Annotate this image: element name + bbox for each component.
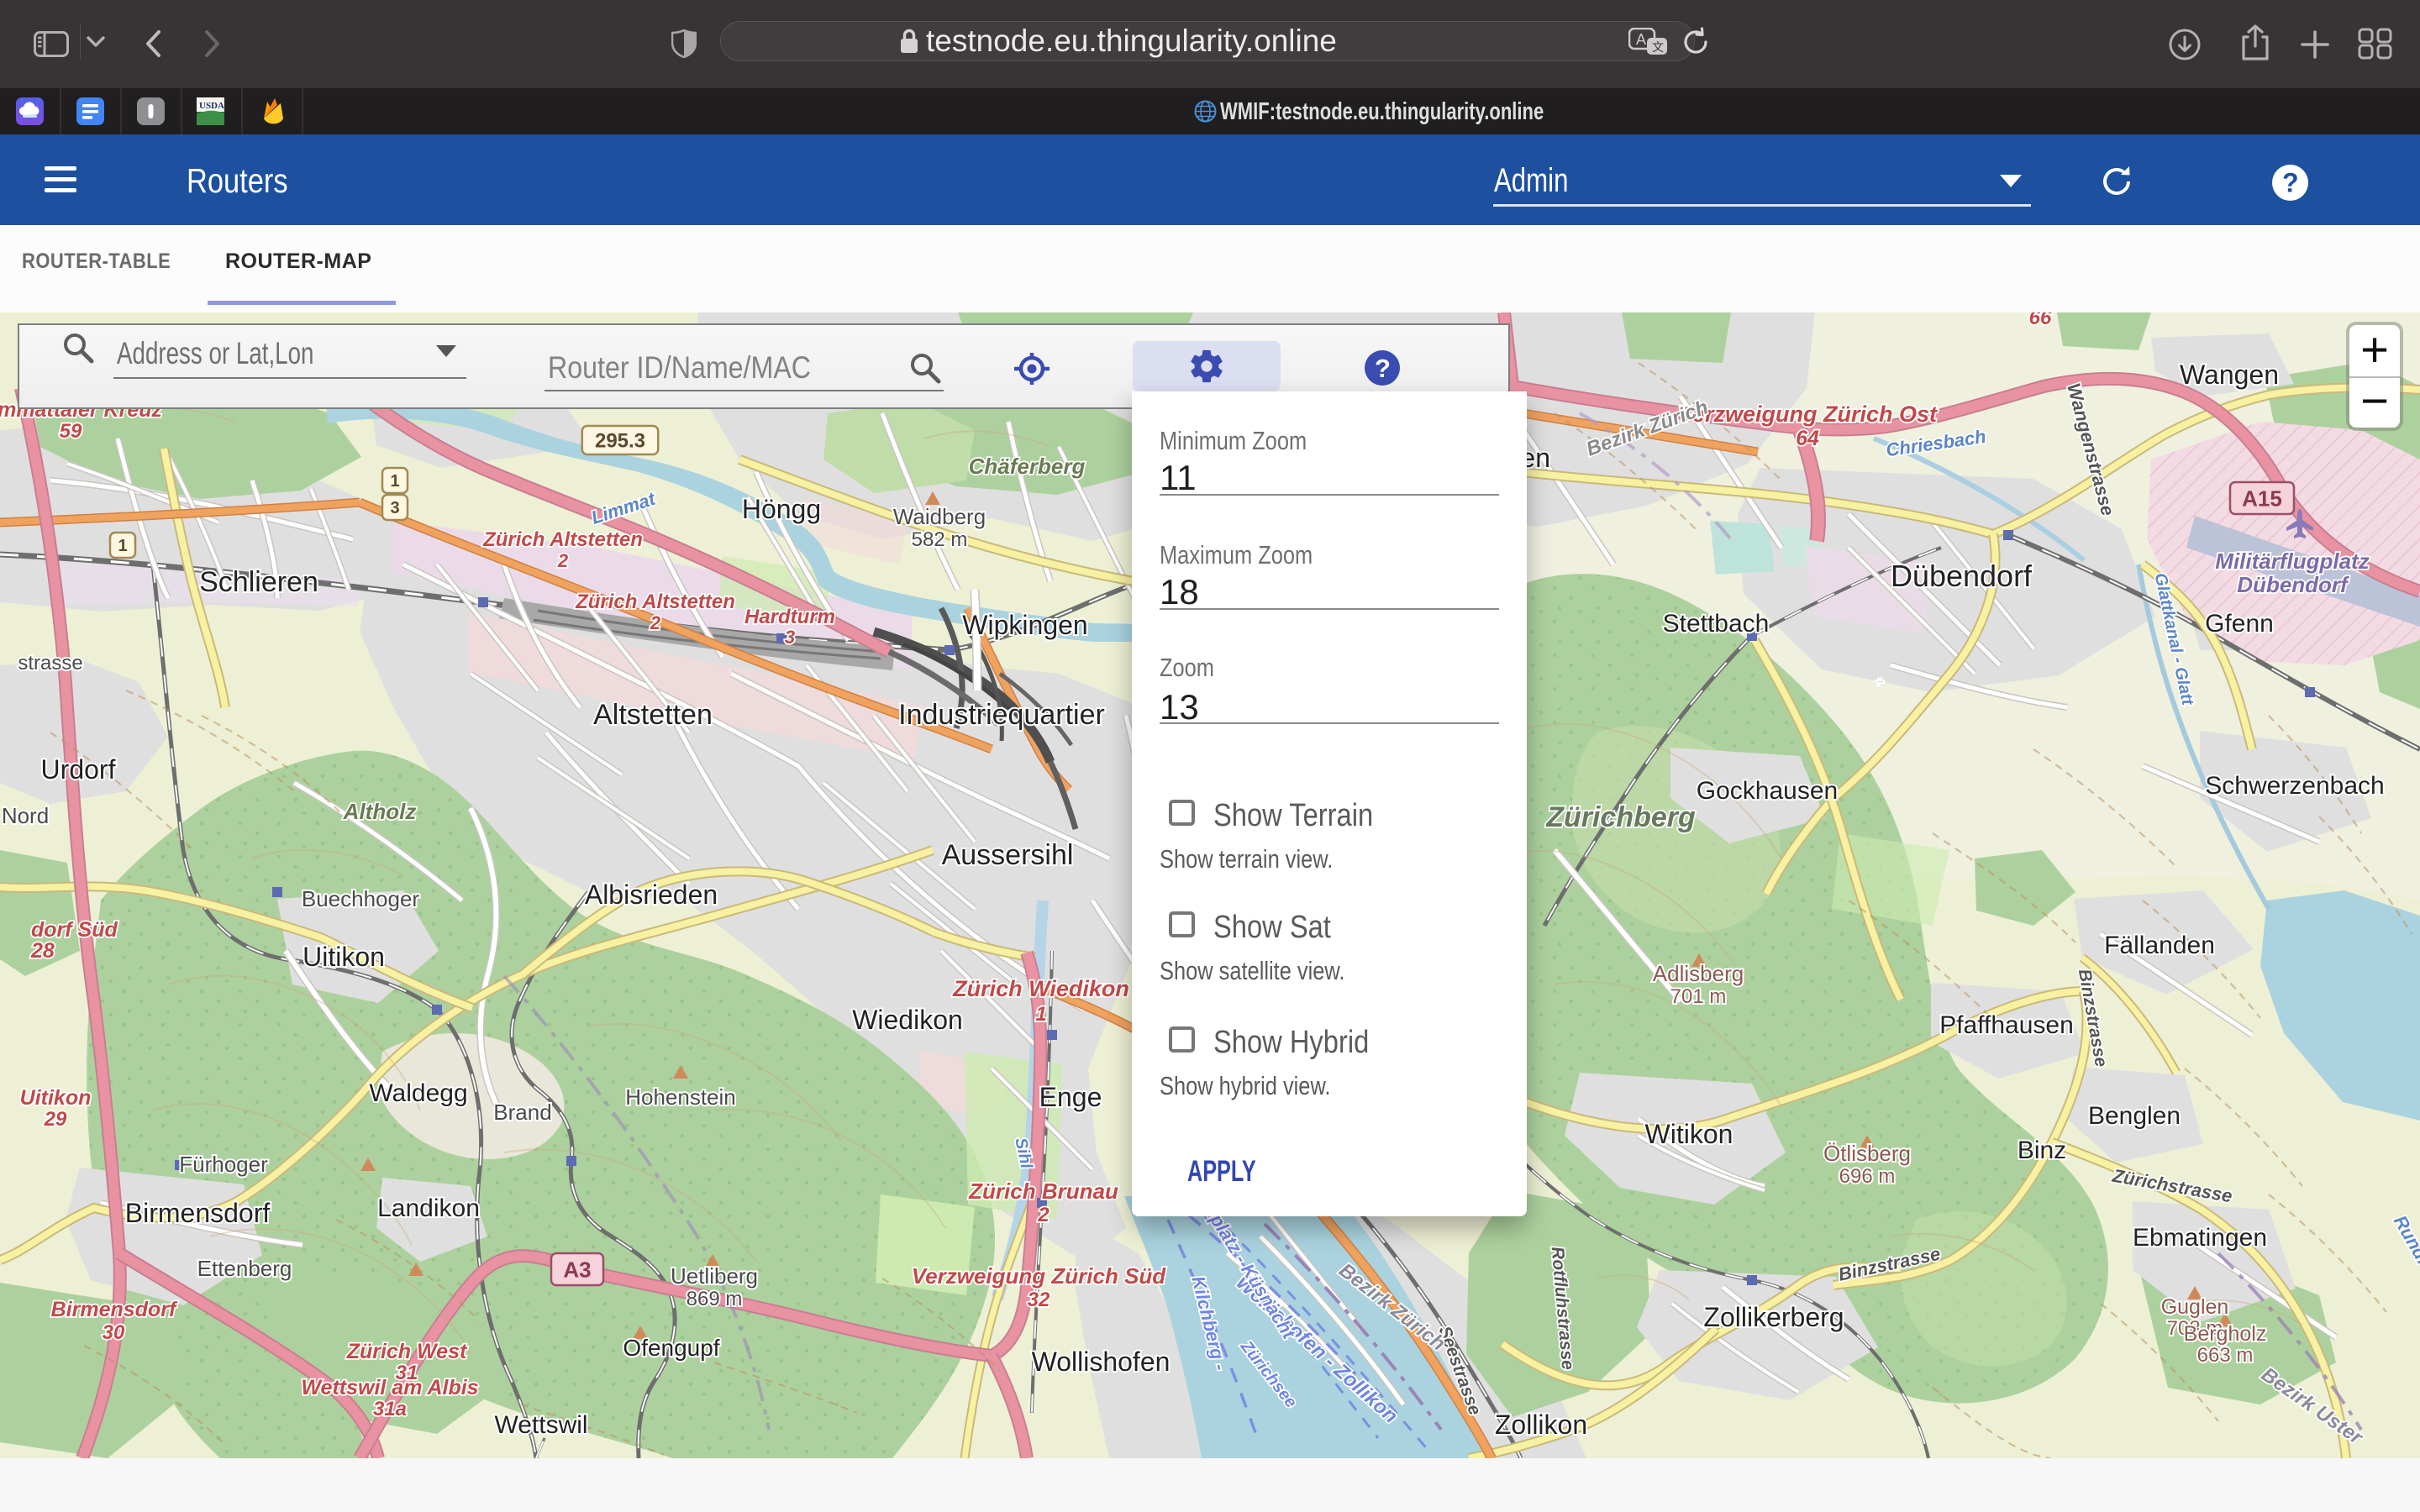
svg-text:Buechhoger: Buechhoger bbox=[302, 886, 420, 911]
svg-text:Landikon: Landikon bbox=[377, 1194, 480, 1222]
svg-text:Wettswil: Wettswil bbox=[494, 1411, 587, 1439]
svg-text:Militärflugplatz: Militärflugplatz bbox=[2215, 549, 2369, 574]
svg-text:59: 59 bbox=[60, 420, 82, 443]
svg-text:29: 29 bbox=[44, 1108, 67, 1131]
svg-text:Uetliberg: Uetliberg bbox=[671, 1263, 758, 1289]
svg-text:Höngg: Höngg bbox=[742, 494, 821, 524]
svg-text:Schlieren: Schlieren bbox=[199, 566, 318, 598]
svg-text:Witikon: Witikon bbox=[1645, 1119, 1733, 1149]
svg-text:Adlisberg: Adlisberg bbox=[1653, 961, 1744, 986]
svg-text:Waidberg: Waidberg bbox=[893, 504, 986, 529]
svg-text:31a: 31a bbox=[373, 1398, 407, 1420]
svg-text:Verzweigung Zürich Süd: Verzweigung Zürich Süd bbox=[912, 1263, 1167, 1289]
svg-text:Nord: Nord bbox=[2, 803, 49, 828]
svg-text:696 m: 696 m bbox=[1839, 1165, 1896, 1188]
svg-text:Wipkingen: Wipkingen bbox=[962, 610, 1087, 640]
svg-text:869 m: 869 m bbox=[687, 1288, 743, 1310]
svg-text:Aussersihl: Aussersihl bbox=[942, 839, 1074, 871]
svg-text:Zollikerberg: Zollikerberg bbox=[1703, 1302, 1844, 1332]
svg-text:Wettswil am Albis: Wettswil am Albis bbox=[301, 1376, 478, 1399]
svg-text:Dübendorf: Dübendorf bbox=[2237, 572, 2349, 597]
svg-text:3: 3 bbox=[785, 627, 795, 648]
svg-text:Verzweigung Zürich Ost: Verzweigung Zürich Ost bbox=[1678, 402, 1938, 427]
svg-text:Binz: Binz bbox=[2018, 1137, 2066, 1164]
svg-text:Ebmatingen: Ebmatingen bbox=[2133, 1224, 2267, 1252]
svg-text:文: 文 bbox=[1652, 40, 1664, 54]
svg-text:Gfenn: Gfenn bbox=[2205, 610, 2274, 638]
svg-text:Gockhausen: Gockhausen bbox=[1697, 777, 1838, 805]
svg-text:1: 1 bbox=[390, 472, 399, 491]
svg-text:Enge: Enge bbox=[1039, 1082, 1102, 1112]
svg-text:dorf Süd: dorf Süd bbox=[31, 918, 118, 942]
svg-text:Zürich Altstetten: Zürich Altstetten bbox=[575, 591, 735, 613]
svg-text:2: 2 bbox=[557, 550, 569, 571]
svg-text:Zürich Altstetten: Zürich Altstetten bbox=[482, 528, 643, 551]
svg-text:Hohenstein: Hohenstein bbox=[625, 1084, 736, 1110]
svg-text:2: 2 bbox=[1037, 1204, 1050, 1226]
svg-text:?: ? bbox=[1375, 354, 1391, 383]
svg-text:Uitikon: Uitikon bbox=[302, 942, 385, 972]
svg-text:Zürich Brunau: Zürich Brunau bbox=[968, 1179, 1118, 1204]
svg-text:663 m: 663 m bbox=[2197, 1344, 2254, 1367]
svg-text:3: 3 bbox=[390, 499, 399, 517]
svg-text:Birmensdorf: Birmensdorf bbox=[125, 1198, 271, 1228]
svg-text:Zürichberg: Zürichberg bbox=[1545, 801, 1696, 833]
svg-text:A: A bbox=[1636, 31, 1646, 48]
svg-text:Guglen: Guglen bbox=[2161, 1295, 2229, 1319]
svg-text:Bergholz: Bergholz bbox=[2184, 1322, 2267, 1346]
svg-text:Waldegg: Waldegg bbox=[369, 1079, 467, 1107]
svg-text:Wollishofen: Wollishofen bbox=[1032, 1347, 1171, 1377]
svg-text:Birmensdorf: Birmensdorf bbox=[51, 1298, 178, 1321]
svg-text:A15: A15 bbox=[2242, 486, 2282, 511]
svg-text:Brand: Brand bbox=[493, 1100, 551, 1125]
svg-text:Ötlisberg: Ötlisberg bbox=[1823, 1141, 1911, 1166]
svg-text:Wiedikon: Wiedikon bbox=[852, 1005, 963, 1035]
svg-text:Zürich West: Zürich West bbox=[346, 1340, 468, 1363]
svg-text:Ofengupf: Ofengupf bbox=[623, 1335, 719, 1361]
svg-text:Albisrieden: Albisrieden bbox=[585, 879, 718, 910]
svg-text:Dübendorf: Dübendorf bbox=[1891, 559, 2033, 593]
svg-text:66: 66 bbox=[2029, 312, 2052, 329]
svg-text:701 m: 701 m bbox=[1670, 985, 1727, 1008]
svg-text:Schwerzenbach: Schwerzenbach bbox=[2205, 772, 2384, 800]
svg-text:Urdorf: Urdorf bbox=[41, 754, 116, 785]
svg-text:Hardturm: Hardturm bbox=[744, 606, 835, 628]
svg-text:Altstetten: Altstetten bbox=[593, 699, 713, 731]
svg-text:1: 1 bbox=[118, 537, 127, 555]
svg-text:?: ? bbox=[2282, 168, 2299, 198]
svg-text:A3: A3 bbox=[563, 1257, 591, 1282]
svg-text:Uitikon: Uitikon bbox=[20, 1086, 92, 1110]
svg-text:28: 28 bbox=[30, 939, 55, 963]
svg-text:Altholz: Altholz bbox=[343, 799, 417, 824]
svg-text:Wangen: Wangen bbox=[2180, 360, 2279, 390]
svg-text:582 m: 582 m bbox=[912, 528, 968, 551]
svg-text:Ettenberg: Ettenberg bbox=[197, 1256, 292, 1281]
svg-text:295.3: 295.3 bbox=[595, 430, 645, 453]
svg-text:Pfaffhausen: Pfaffhausen bbox=[1939, 1011, 2074, 1039]
svg-text:2: 2 bbox=[650, 612, 661, 633]
svg-text:Fürhoger: Fürhoger bbox=[179, 1152, 268, 1177]
svg-text:Zollikon: Zollikon bbox=[1495, 1410, 1587, 1440]
svg-text:64: 64 bbox=[1796, 427, 1819, 450]
svg-text:Industriequartier: Industriequartier bbox=[898, 699, 1105, 731]
svg-text:Stettbach: Stettbach bbox=[1663, 610, 1770, 638]
svg-text:strasse: strasse bbox=[18, 652, 82, 675]
svg-text:Zürich Wiedikon: Zürich Wiedikon bbox=[952, 976, 1129, 1001]
svg-text:Benglen: Benglen bbox=[2088, 1102, 2181, 1130]
svg-text:Chäferberg: Chäferberg bbox=[969, 454, 1086, 479]
svg-text:32: 32 bbox=[1028, 1289, 1050, 1311]
svg-text:30: 30 bbox=[103, 1321, 125, 1344]
svg-text:Fällanden: Fällanden bbox=[2104, 932, 2215, 959]
svg-text:USDA: USDA bbox=[199, 101, 224, 111]
svg-text:1: 1 bbox=[1035, 1003, 1046, 1026]
